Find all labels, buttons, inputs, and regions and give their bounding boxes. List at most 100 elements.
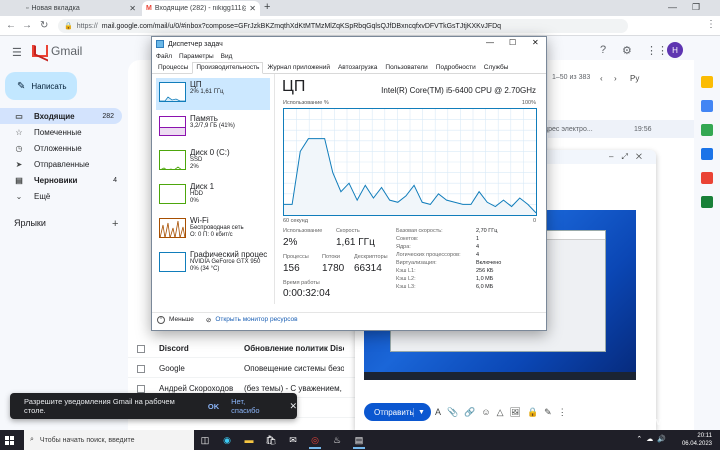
- inbox-icon: ▭: [15, 111, 23, 121]
- taskbar-search-input[interactable]: ⌕ Чтобы начать поиск, введите: [24, 430, 194, 450]
- send-button[interactable]: Отправить ▼: [364, 403, 431, 421]
- minimize-icon[interactable]: —: [668, 2, 677, 12]
- panel-divider[interactable]: [274, 74, 275, 304]
- help-icon[interactable]: ?: [600, 44, 606, 56]
- chevron-up-icon[interactable]: ⌃: [157, 315, 165, 324]
- wifi-thumbnail: [159, 218, 186, 238]
- nav-count: 282: [102, 112, 114, 120]
- maximize-icon[interactable]: ☐: [509, 38, 516, 47]
- nav-drafts[interactable]: ▤ Черновики 4: [0, 172, 125, 188]
- task-manager-taskbar-icon[interactable]: ▤: [348, 430, 370, 450]
- calendar-icon[interactable]: [701, 76, 713, 88]
- gmail-logo[interactable]: Gmail: [32, 44, 82, 58]
- url-input[interactable]: 🔒 https://mail.google.com/mail/u/0/#inbo…: [58, 19, 628, 33]
- tab-app-history[interactable]: Журнал приложений: [263, 62, 334, 74]
- table-row[interactable]: дрес электро... 19:56: [544, 120, 694, 138]
- compose-window-controls[interactable]: –⤢✕: [609, 152, 650, 162]
- contacts-icon[interactable]: [701, 148, 713, 160]
- nav-count: 4: [113, 176, 117, 184]
- back-icon[interactable]: ←: [6, 20, 16, 31]
- tasks-icon[interactable]: [701, 124, 713, 136]
- close-icon[interactable]: ✕: [249, 4, 256, 13]
- edge-icon[interactable]: ◉: [216, 430, 238, 450]
- spec-label: Логических процессоров:: [396, 252, 461, 258]
- side-panel: [696, 60, 720, 430]
- nav-sent[interactable]: ➤ Отправленные: [0, 156, 125, 172]
- task-view-icon[interactable]: ◫: [194, 430, 216, 450]
- input-lang-select[interactable]: Ру: [630, 74, 639, 83]
- browser-tab-gmail[interactable]: M Входящие (282) - nikigg111@gm ✕: [142, 1, 260, 16]
- cpu-thumb-sparkline: [160, 96, 185, 101]
- more-vert-icon[interactable]: ⋮: [706, 19, 716, 30]
- apps-grid-icon[interactable]: ⋮⋮: [646, 44, 668, 57]
- windows-start-icon[interactable]: [0, 430, 18, 450]
- resource-name: Диск 0 (C:): [190, 148, 230, 157]
- tab-processes[interactable]: Процессы: [154, 62, 192, 74]
- processes-value: 156: [283, 263, 300, 274]
- snackbar-dismiss-button[interactable]: Нет, спасибо: [231, 397, 275, 415]
- tray-icons[interactable]: ⌃☁🔊: [636, 435, 670, 443]
- browser-tab-new[interactable]: ▫ Новая вкладка ✕: [22, 1, 140, 16]
- menu-file[interactable]: Файл: [156, 53, 172, 60]
- nav-starred[interactable]: ☆ Помеченные: [0, 124, 125, 140]
- tab-users[interactable]: Пользователи: [381, 62, 431, 74]
- resource-item-memory[interactable]: Память 3,2/7,9 ГБ (41%): [156, 112, 270, 144]
- chrome-icon[interactable]: ◎: [304, 430, 326, 450]
- table-row[interactable]: Google Оповещение системы безо: [128, 360, 358, 378]
- menu-view[interactable]: Вид: [221, 53, 233, 60]
- spec-value: 1: [476, 236, 480, 242]
- keep-icon[interactable]: [701, 100, 713, 112]
- nav-more[interactable]: ⌄ Ещё: [0, 188, 125, 204]
- steam-icon[interactable]: ♨: [326, 430, 348, 450]
- nav-label: Ещё: [34, 191, 51, 201]
- compose-button[interactable]: ✎ Написать: [5, 72, 77, 100]
- resource-item-disk1[interactable]: Диск 1 HDD 0%: [156, 180, 270, 212]
- utilization-value: 2%: [283, 237, 298, 248]
- mail-icon[interactable]: ✉: [282, 430, 304, 450]
- menu-options[interactable]: Параметры: [179, 53, 214, 60]
- addon-icon[interactable]: [701, 172, 713, 184]
- resource-item-disk0[interactable]: Диск 0 (C:) SSD 2%: [156, 146, 270, 178]
- row-checkbox[interactable]: [137, 384, 145, 393]
- url-text: mail.google.com/mail/u/0/#inbox?compose=…: [101, 22, 502, 30]
- resource-item-wifi[interactable]: Wi-Fi Беспроводная сеть О: 0 П: 0 кбит/с: [156, 214, 270, 246]
- addon-icon[interactable]: [701, 196, 713, 208]
- resource-item-gpu[interactable]: Графический процесс NVIDIA GeForce GTX 9…: [156, 248, 270, 280]
- minimize-icon[interactable]: —: [486, 38, 494, 47]
- close-icon[interactable]: ✕: [532, 38, 539, 47]
- resource-monitor-link[interactable]: Открыть монитор ресурсов: [215, 316, 297, 323]
- row-checkbox[interactable]: [137, 344, 145, 353]
- close-icon[interactable]: ✕: [129, 4, 136, 13]
- avatar[interactable]: H: [667, 42, 683, 58]
- nav-snoozed[interactable]: ◷ Отложенные: [0, 140, 125, 156]
- compose-toolbar-icons[interactable]: A📎🔗☺△🖼🔒✎⋮: [435, 407, 573, 418]
- gmail-nav: ▭ Входящие 282 ☆ Помеченные ◷ Отложенные…: [0, 108, 125, 204]
- settings-gear-icon[interactable]: ⚙: [622, 44, 632, 57]
- nav-inbox[interactable]: ▭ Входящие 282: [0, 108, 122, 124]
- tab-startup[interactable]: Автозагрузка: [334, 62, 381, 74]
- forward-icon[interactable]: →: [22, 20, 32, 31]
- resource-item-cpu[interactable]: ЦП 2% 1,61 ГГц: [156, 78, 270, 110]
- menu-icon[interactable]: ☰: [12, 46, 22, 59]
- tab-details[interactable]: Подробности: [432, 62, 480, 74]
- row-checkbox[interactable]: [137, 364, 145, 373]
- fewer-details-link[interactable]: Меньше: [169, 316, 194, 323]
- add-label-icon[interactable]: +: [112, 218, 118, 230]
- reload-icon[interactable]: ↻: [40, 20, 48, 31]
- cpu-details: ЦП Intel(R) Core(TM) i5-6400 CPU @ 2.70G…: [282, 78, 540, 304]
- close-icon[interactable]: ✕: [289, 401, 297, 412]
- maximize-icon[interactable]: ❐: [692, 2, 700, 13]
- tab-services[interactable]: Службы: [480, 62, 513, 74]
- cpu-model: Intel(R) Core(TM) i5-6400 CPU @ 2.70GHz: [381, 86, 536, 95]
- clock[interactable]: 20:11 06.04.2023: [682, 432, 712, 448]
- store-icon[interactable]: 🛍: [260, 430, 282, 450]
- new-tab-icon[interactable]: +: [264, 1, 270, 13]
- chevron-left-icon[interactable]: ‹: [600, 74, 603, 83]
- chevron-down-icon[interactable]: ▼: [414, 409, 425, 416]
- tab-performance[interactable]: Производительность: [192, 62, 264, 74]
- table-row[interactable]: Discord Обновление политик Disco: [128, 340, 358, 358]
- task-manager-menu: Файл Параметры Вид: [152, 51, 546, 62]
- file-explorer-icon[interactable]: ▬: [238, 430, 260, 450]
- chevron-right-icon[interactable]: ›: [614, 74, 617, 83]
- snackbar-ok-button[interactable]: OK: [208, 402, 219, 411]
